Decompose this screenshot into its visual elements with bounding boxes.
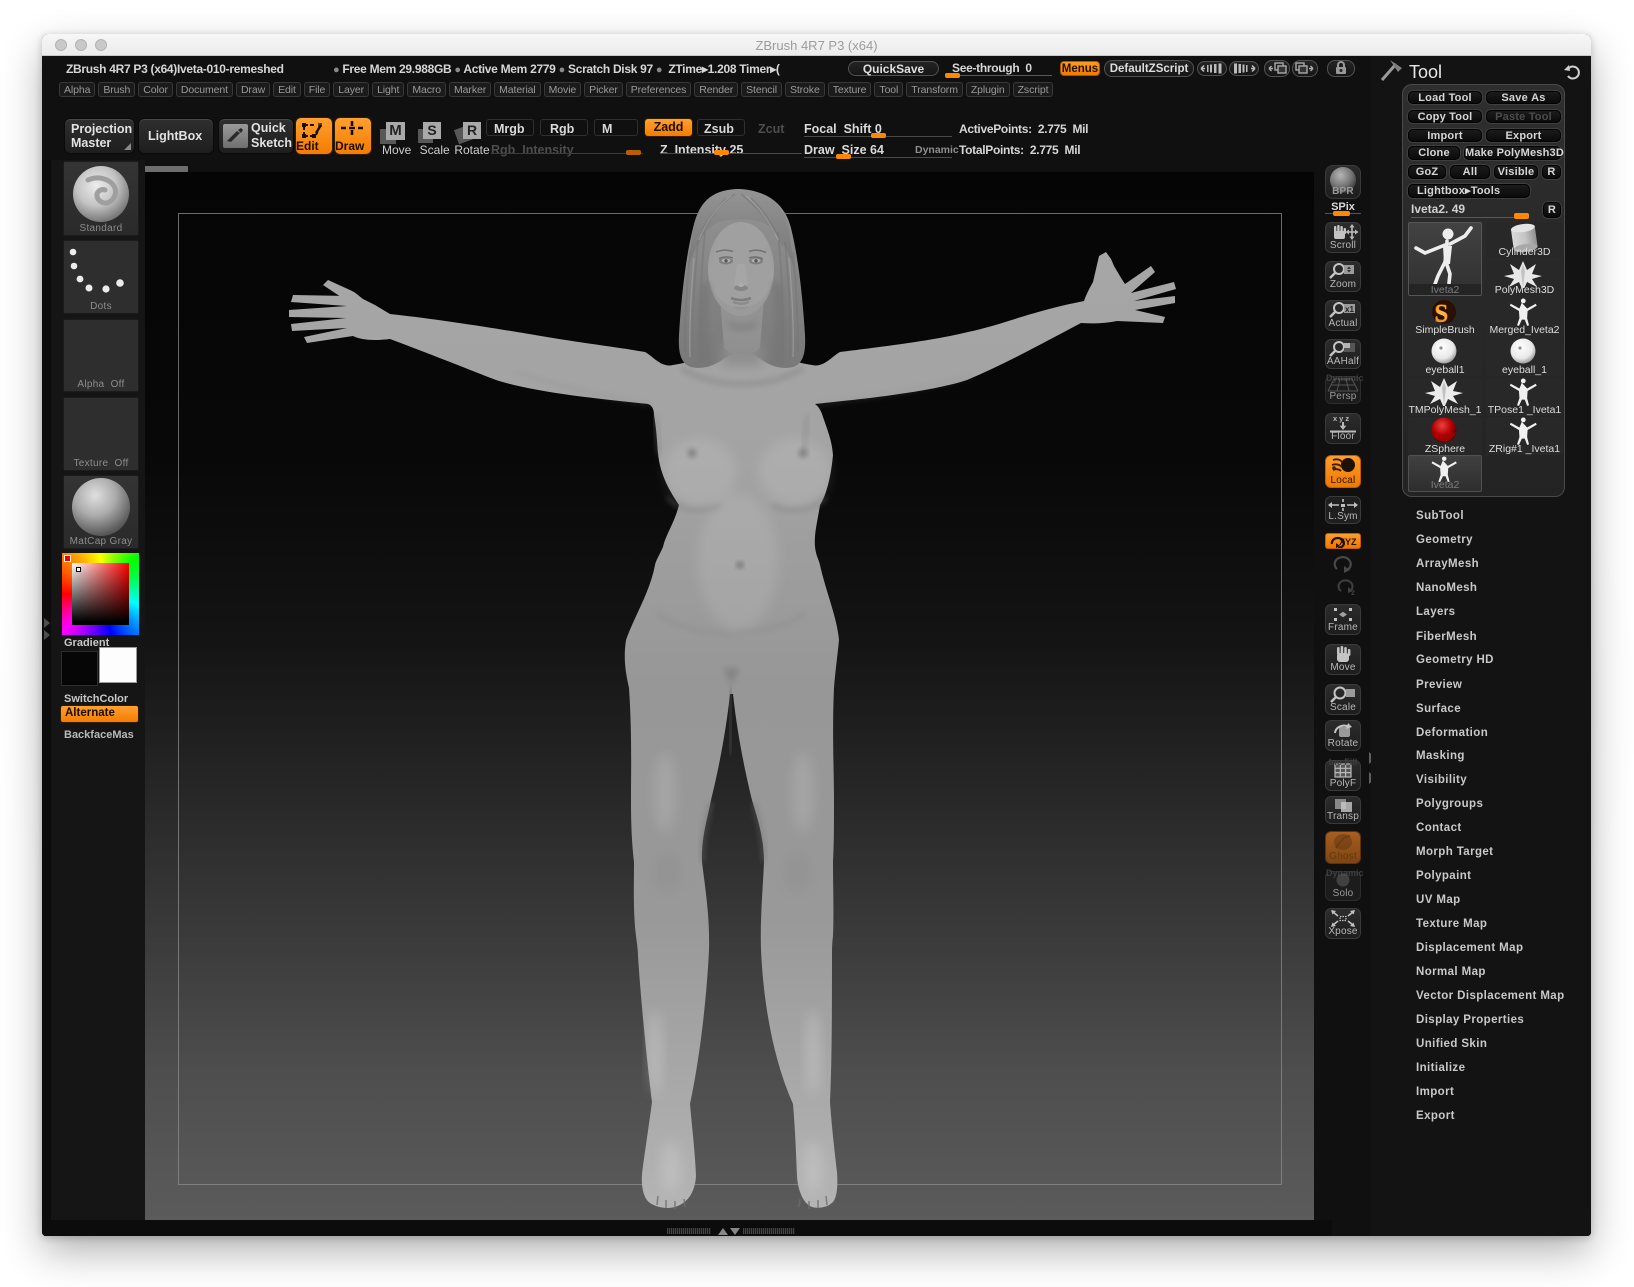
svg-text:S: S <box>1435 301 1448 326</box>
svg-text:x1: x1 <box>1345 305 1354 314</box>
svg-text:XYZ: XYZ <box>1339 537 1357 547</box>
svg-text:z: z <box>1351 588 1355 597</box>
svg-text:xyz: xyz <box>1333 414 1351 423</box>
